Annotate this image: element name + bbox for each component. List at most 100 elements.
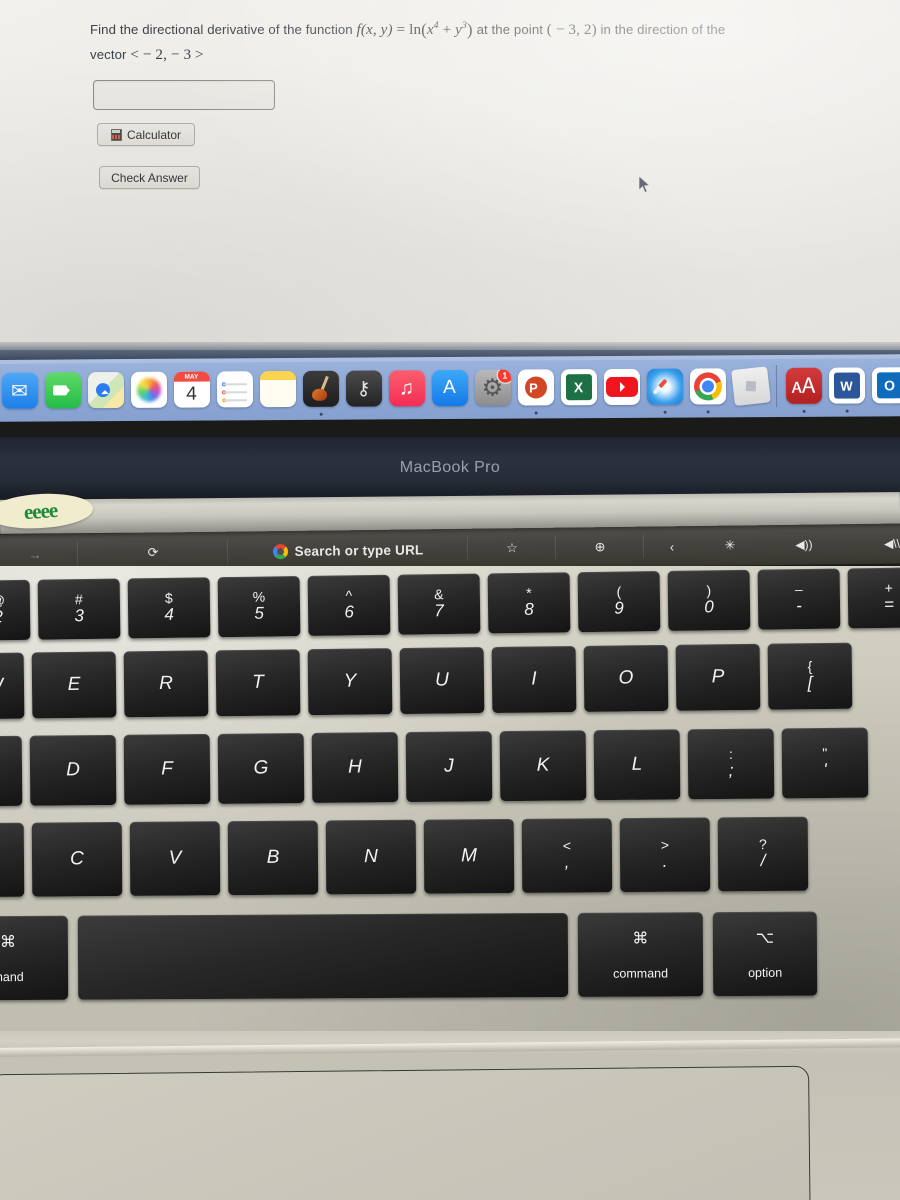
key-e-label: E: [67, 673, 81, 696]
macos-dock[interactable]: MAY4 1: [0, 354, 900, 422]
dock-item-word[interactable]: [825, 354, 868, 416]
key-o[interactable]: O: [583, 644, 669, 712]
dock-item-keychain-access[interactable]: [342, 357, 385, 419]
key-equals-plus[interactable]: + =: [847, 567, 900, 629]
key-semicolon-colon[interactable]: :;: [687, 728, 775, 800]
key-hyphen-underscore-shift-label: –: [794, 581, 803, 598]
key-0[interactable]: ) 0: [667, 569, 751, 631]
dock-item-maps[interactable]: [84, 359, 127, 421]
key-f[interactable]: F: [123, 733, 211, 805]
running-indicator-dot: [319, 412, 323, 416]
dock-item-system-preferences[interactable]: 1: [471, 357, 514, 419]
key-quote[interactable]: " ': [781, 727, 869, 799]
dock-item-safari[interactable]: [643, 356, 686, 418]
dock-item-chrome[interactable]: [686, 355, 729, 417]
key-8-label: 8: [524, 600, 534, 620]
collapse-chevron-left-icon: ‹: [669, 538, 675, 554]
key-s[interactable]: S: [0, 735, 23, 807]
dock-item-acrobat[interactable]: [782, 355, 825, 417]
key-p[interactable]: P: [675, 643, 761, 711]
key-5[interactable]: % 5: [217, 576, 301, 638]
key-h[interactable]: H: [311, 732, 399, 803]
key-4-label: 4: [164, 605, 174, 625]
key-command-left[interactable]: ⌘ mand: [0, 915, 69, 1001]
key-u[interactable]: U: [399, 647, 485, 715]
dock-item-facetime[interactable]: [41, 359, 84, 421]
key-m[interactable]: M: [423, 818, 515, 894]
function-notation: f(x, y) = ln(x4 + y3): [356, 20, 473, 40]
key-slash-question[interactable]: ? /: [717, 816, 809, 892]
key-command-right[interactable]: ⌘ command: [577, 912, 704, 997]
key-t[interactable]: T: [215, 649, 301, 717]
key-option-right-label: option: [748, 965, 783, 980]
key-k[interactable]: K: [499, 730, 587, 802]
key-r[interactable]: R: [123, 650, 209, 718]
key-period-greater-than[interactable]: >.: [619, 817, 711, 893]
key-b[interactable]: B: [227, 820, 319, 896]
dock-item-youtube[interactable]: [600, 356, 643, 418]
trackpad[interactable]: [0, 1065, 811, 1200]
key-hyphen-underscore[interactable]: – -: [757, 568, 841, 630]
key-8[interactable]: * 8: [487, 572, 571, 634]
key-v[interactable]: V: [129, 821, 221, 896]
touchbar-bookmark-star-icon[interactable]: ☆: [468, 528, 556, 569]
dock-item-music[interactable]: [385, 357, 428, 419]
touchbar-brightness-icon[interactable]: ✳: [700, 525, 760, 566]
key-3[interactable]: #3: [37, 578, 121, 640]
new-tab-plus-icon: ⊕: [594, 539, 606, 555]
keyboard-number-row: @2 #3 $4% 5 ^ 6 & 7 * 8(9) 0– - + =: [0, 567, 900, 641]
key-9[interactable]: (9: [577, 571, 661, 633]
key-bracket-left[interactable]: {[: [767, 642, 853, 710]
dock-item-calendar[interactable]: MAY 4: [170, 358, 213, 420]
touchbar-mute-icon[interactable]: ◀︎\\: [848, 523, 900, 564]
dock-item-mail[interactable]: [0, 360, 41, 422]
answer-input[interactable]: [93, 80, 275, 110]
dock-item-photos[interactable]: [127, 359, 170, 421]
dock-item-app-store[interactable]: [428, 357, 471, 419]
key-g-label: G: [253, 757, 269, 779]
key-y[interactable]: Y: [307, 648, 393, 716]
key-bracket-left-label: [: [807, 673, 813, 693]
key-7[interactable]: & 7: [397, 573, 481, 635]
key-comma-less-than-shift-label: <: [562, 837, 572, 854]
notes-icon: [259, 370, 296, 408]
touchbar-collapse-chevron-left-icon[interactable]: ‹: [644, 526, 700, 567]
key-2[interactable]: @2: [0, 579, 31, 641]
key-d[interactable]: D: [29, 734, 117, 806]
natural-log: ln: [409, 21, 422, 39]
calculator-button[interactable]: Calculator: [97, 123, 195, 146]
key-comma-less-than[interactable]: <,: [521, 818, 613, 893]
dock-item-reminders[interactable]: [213, 358, 256, 420]
key-e[interactable]: E: [31, 651, 117, 719]
dock-item-roblox[interactable]: [729, 355, 772, 417]
dock-item-garageband[interactable]: [299, 358, 342, 420]
key-n[interactable]: N: [325, 819, 417, 895]
key-l[interactable]: L: [593, 729, 681, 801]
screenshot-root: Find the directional derivative of the f…: [0, 0, 900, 1200]
app-store-icon: [431, 369, 468, 407]
key-4[interactable]: $4: [127, 577, 211, 639]
calculator-button-label: Calculator: [126, 127, 182, 142]
dock-item-outlook[interactable]: [868, 354, 900, 416]
key-i[interactable]: I: [491, 646, 577, 714]
key-option-right[interactable]: ⌥ option: [712, 911, 818, 997]
keyboard[interactable]: @2#3$4%5^6&7*8(9)0–-+= W E RTYUIOP{[ S D F G HJK…: [0, 566, 900, 1034]
dock-item-notes[interactable]: [256, 358, 299, 420]
dock-item-powerpoint[interactable]: [514, 356, 557, 418]
key-c[interactable]: C: [31, 821, 123, 897]
key-w[interactable]: W: [0, 652, 25, 720]
touchbar-new-tab-plus-icon[interactable]: ⊕: [556, 527, 644, 568]
key-6[interactable]: ^ 6: [307, 574, 391, 636]
key-0-label: 0: [704, 597, 714, 617]
key-x[interactable]: X: [0, 822, 25, 898]
key-j[interactable]: J: [405, 731, 493, 803]
check-answer-button[interactable]: Check Answer: [99, 166, 200, 189]
key-g[interactable]: G: [217, 733, 305, 804]
touchbar-volume-up-icon[interactable]: ◀︎)): [760, 524, 848, 565]
running-indicator-dot: [802, 409, 806, 413]
photos-icon: [130, 371, 167, 408]
screen-bezel: MacBook Pro: [0, 437, 900, 499]
key-d-label: D: [66, 759, 80, 781]
key-space[interactable]: [77, 912, 569, 1000]
dock-item-excel[interactable]: [557, 356, 600, 418]
